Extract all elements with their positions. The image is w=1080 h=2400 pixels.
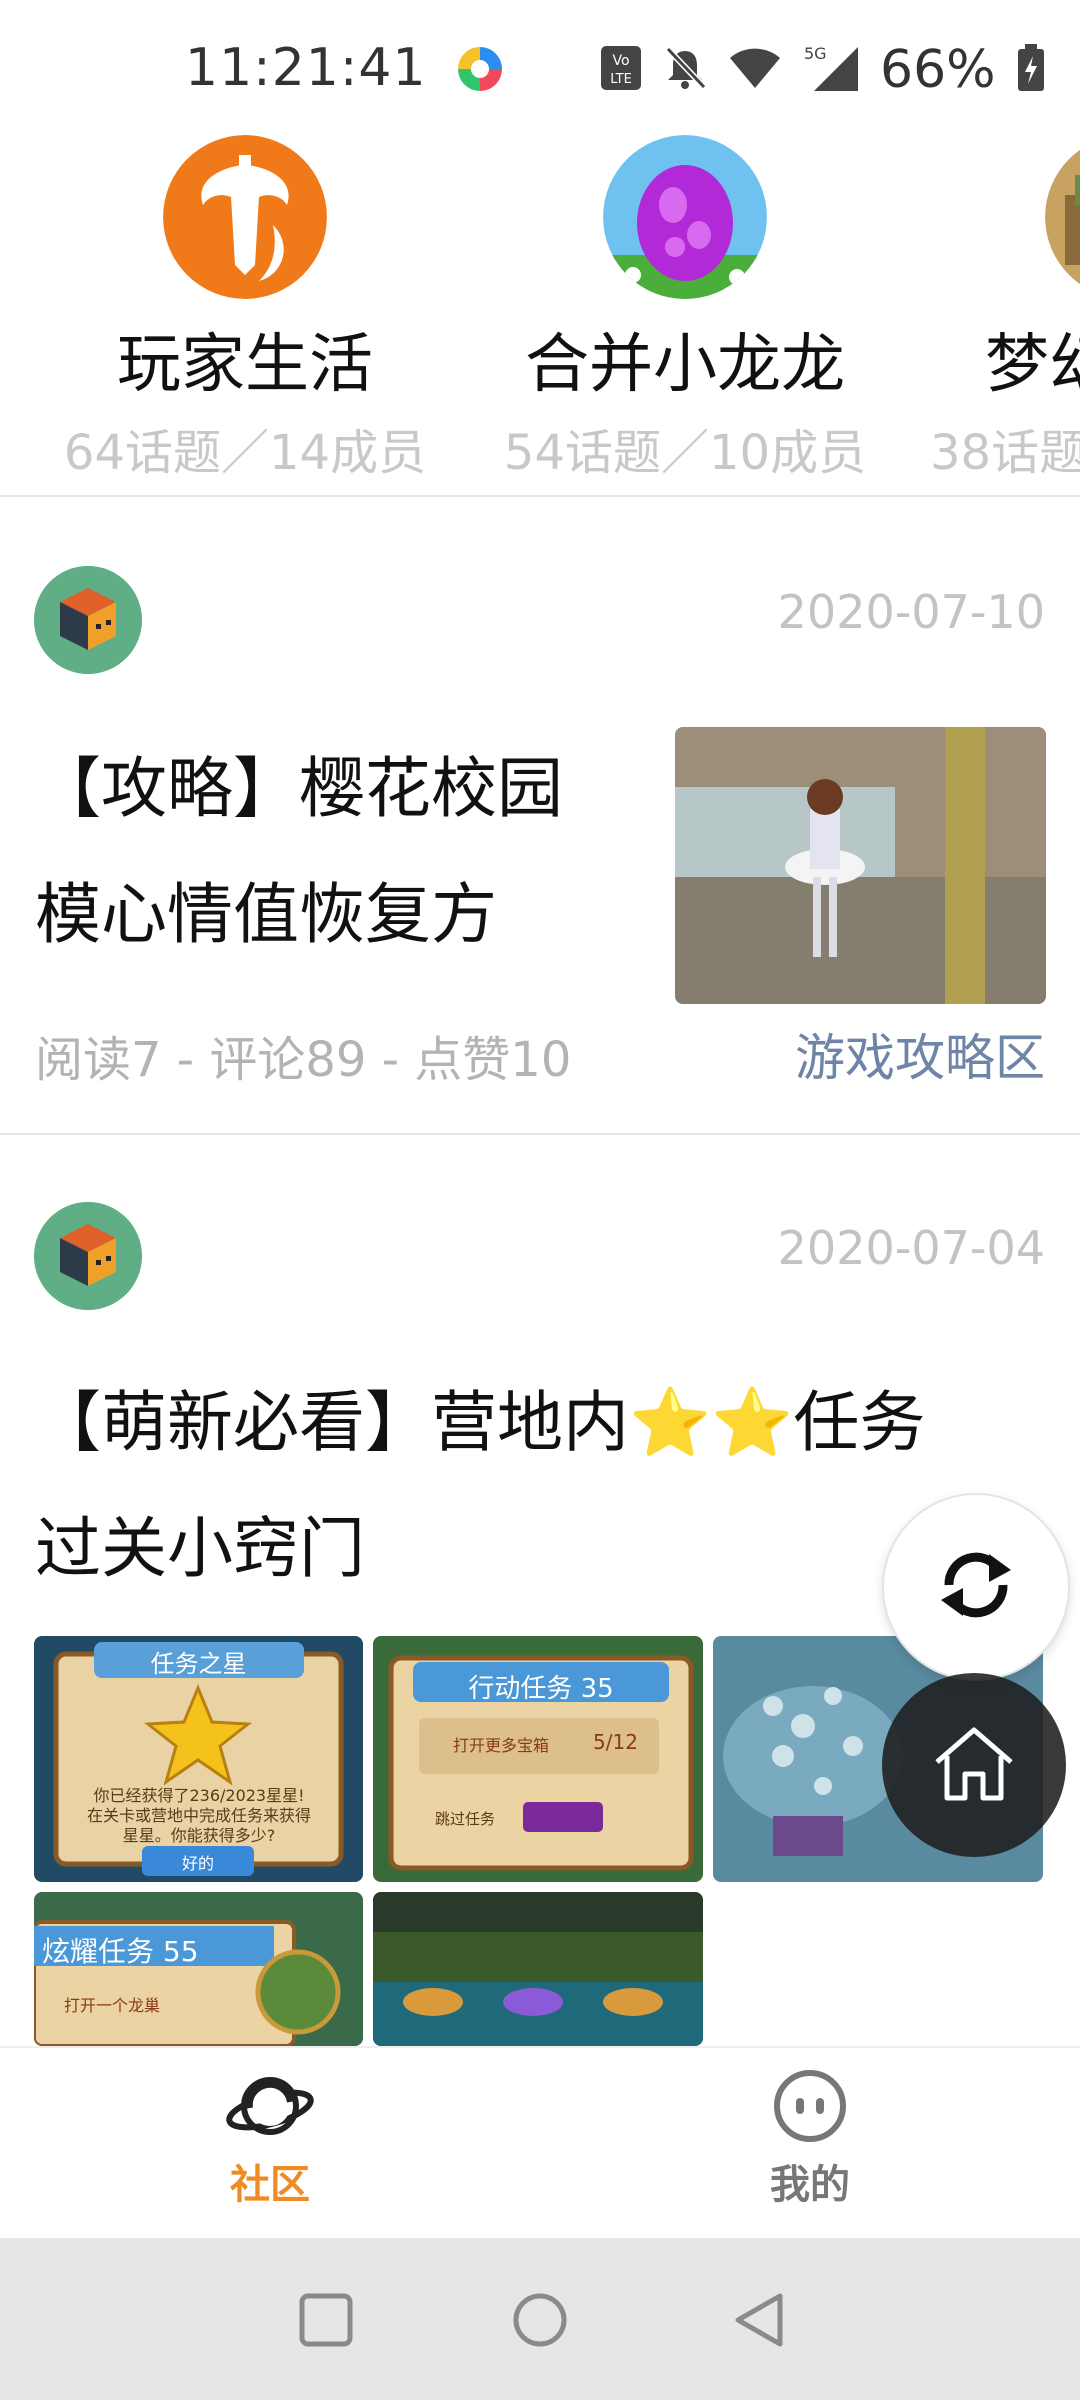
network-type-label: 5G [804, 44, 827, 63]
image-text: 打开更多宝箱 [453, 1736, 550, 1755]
circle-name: 梦幻 [985, 328, 1080, 402]
post-date: 2020-07-04 [777, 1221, 1045, 1275]
post-image-mission-star[interactable]: 任务之星 你已经获得了236/2023星星! 在关卡或营地中完成任务来获得星星。… [34, 1636, 363, 1882]
divider [0, 1133, 1080, 1135]
battery-icon [1016, 44, 1046, 96]
post-stats: 阅读7 - 评论89 - 点赞10 [35, 1032, 572, 1088]
post-title-line2: 模心情值恢复方 [35, 876, 497, 953]
circle-avatar-castle [1045, 135, 1080, 299]
status-time: 11:21:41 [185, 38, 427, 98]
tab-community[interactable]: 社区 [150, 2068, 390, 2210]
image-text: 打开一个龙巢 [64, 1996, 161, 2015]
circle-list: 玩家生活 64话题／14成员 合并小龙龙 54话题／10成员 梦幻 38话题 [0, 130, 1080, 492]
mute-icon [662, 45, 708, 95]
tab-mine[interactable]: 我的 [690, 2068, 930, 2210]
image-button-label: 好的 [181, 1854, 214, 1873]
post-date: 2020-07-10 [777, 585, 1045, 639]
post-title-line1: 【攻略】樱花校园 [35, 750, 563, 827]
svg-text:Vo: Vo [612, 53, 629, 69]
battery-percent: 66% [880, 40, 996, 100]
divider [0, 495, 1080, 497]
image-progress: 5/12 [593, 1730, 638, 1754]
refresh-icon [931, 1540, 1021, 1634]
app-notification-icon [455, 44, 505, 94]
circle-stats: 38话题 [930, 425, 1080, 481]
circle-name: 玩家生活 [117, 328, 373, 402]
post-thumbnail-school-game[interactable] [675, 727, 1046, 1004]
image-text: 你已经获得了236/2023星星! 在关卡或营地中完成任务来获得星星。你能获得多… [86, 1786, 311, 1845]
bottom-nav: 社区 我的 [0, 2046, 1080, 2240]
smiley-face-icon [770, 2070, 850, 2148]
svg-text:LTE: LTE [610, 72, 632, 87]
tab-community-label: 社区 [230, 2162, 310, 2208]
user-avatar-cube [34, 566, 142, 674]
system-navigation-bar [0, 2238, 1080, 2400]
home-button[interactable] [882, 1673, 1066, 1857]
image-title: 行动任务 35 [468, 1674, 614, 1704]
post-image-action-mission[interactable]: 行动任务 35 打开更多宝箱 5/12 跳过任务 [373, 1636, 703, 1882]
refresh-button[interactable] [882, 1493, 1070, 1681]
user-avatar-cube [34, 1202, 142, 1310]
status-bar: 11:21:41 Vo LTE 5G 66% [0, 0, 1080, 130]
post-category-link[interactable]: 游戏攻略区 [795, 1018, 1045, 1090]
circle-item-player-life[interactable]: 玩家生活 64话题／14成员 [55, 130, 435, 483]
post-image-show-off-mission[interactable]: 炫耀任务 55 打开一个龙巢 [34, 1892, 363, 2046]
signal-icon: 5G [802, 43, 860, 97]
circle-item-dream[interactable]: 梦幻 38话题 [925, 130, 1080, 483]
planet-icon [225, 2077, 315, 2148]
back-triangle-icon[interactable] [730, 2290, 786, 2354]
recent-apps-icon[interactable] [298, 2292, 354, 2352]
wifi-icon [728, 46, 782, 94]
circle-avatar-orange-sword [163, 135, 327, 299]
image-title: 炫耀任务 55 [42, 1935, 199, 1968]
circle-avatar-dragon-egg [603, 135, 767, 299]
home-icon [929, 1718, 1019, 1812]
circle-name: 合并小龙龙 [525, 328, 845, 402]
home-circle-icon[interactable] [512, 2292, 568, 2352]
circle-stats: 64话题／14成员 [63, 425, 427, 481]
post-title-line2: 过关小窍门 [35, 1510, 365, 1587]
post-image-dragon-nests[interactable] [373, 1892, 703, 2046]
post-title-line1: 【萌新必看】营地内⭐⭐任务 [35, 1384, 926, 1461]
circle-item-merge-dragons[interactable]: 合并小龙龙 54话题／10成员 [495, 130, 875, 483]
volte-icon: Vo LTE [600, 45, 642, 95]
image-title: 任务之星 [150, 1650, 247, 1678]
tab-mine-label: 我的 [770, 2162, 850, 2208]
circle-stats: 54话题／10成员 [503, 425, 867, 481]
image-button-label: 跳过任务 [435, 1810, 496, 1828]
